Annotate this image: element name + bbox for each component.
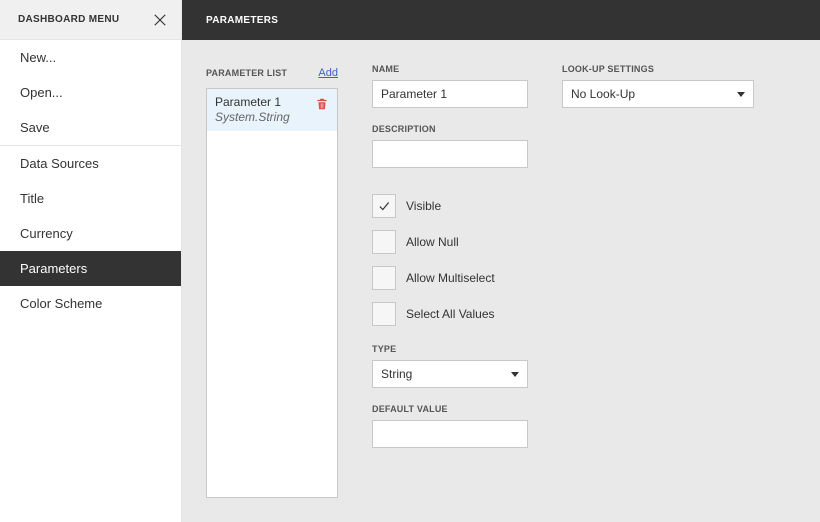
type-label: TYPE bbox=[372, 344, 528, 354]
menu-item-data-sources[interactable]: Data Sources bbox=[0, 146, 181, 181]
default-value-label: DEFAULT VALUE bbox=[372, 404, 528, 414]
topbar-title: PARAMETERS bbox=[206, 15, 278, 26]
allow-multiselect-label: Allow Multiselect bbox=[406, 271, 495, 285]
select-all-values-label: Select All Values bbox=[406, 307, 495, 321]
parameter-list-label: PARAMETER LIST bbox=[206, 68, 287, 78]
checkbox-icon bbox=[372, 266, 396, 290]
lookup-column: LOOK-UP SETTINGS No Look-Up bbox=[562, 64, 754, 498]
parameter-list-box: Parameter 1 System.String bbox=[206, 88, 338, 498]
name-input[interactable] bbox=[372, 80, 528, 108]
name-label: NAME bbox=[372, 64, 528, 74]
description-label: DESCRIPTION bbox=[372, 124, 528, 134]
description-input[interactable] bbox=[372, 140, 528, 168]
visible-label: Visible bbox=[406, 199, 441, 213]
menu-item-color-scheme[interactable]: Color Scheme bbox=[0, 286, 181, 321]
sidebar: DASHBOARD MENU New... Open... Save Data … bbox=[0, 0, 182, 522]
checkbox-icon bbox=[372, 302, 396, 326]
menu-item-save[interactable]: Save bbox=[0, 110, 181, 145]
sidebar-title: DASHBOARD MENU bbox=[18, 14, 119, 25]
trash-icon[interactable] bbox=[315, 97, 329, 111]
allow-multiselect-checkbox[interactable]: Allow Multiselect bbox=[372, 266, 528, 290]
lookup-select-value: No Look-Up bbox=[571, 87, 635, 101]
add-parameter-link[interactable]: Add bbox=[318, 67, 338, 79]
parameter-list-column: PARAMETER LIST Add Parameter 1 System.St… bbox=[206, 64, 338, 498]
menu-item-parameters[interactable]: Parameters bbox=[0, 251, 181, 286]
chevron-down-icon bbox=[511, 372, 519, 377]
parameter-item-type: System.String bbox=[215, 110, 290, 125]
menu-item-new[interactable]: New... bbox=[0, 40, 181, 75]
chevron-down-icon bbox=[737, 92, 745, 97]
lookup-select[interactable]: No Look-Up bbox=[562, 80, 754, 108]
sidebar-header: DASHBOARD MENU bbox=[0, 0, 181, 40]
lookup-label: LOOK-UP SETTINGS bbox=[562, 64, 754, 74]
menu-item-title[interactable]: Title bbox=[0, 181, 181, 216]
menu-item-currency[interactable]: Currency bbox=[0, 216, 181, 251]
parameter-item-name: Parameter 1 bbox=[215, 95, 290, 110]
parameter-list-header: PARAMETER LIST Add bbox=[206, 64, 338, 82]
parameter-item-texts: Parameter 1 System.String bbox=[215, 95, 290, 125]
close-icon[interactable] bbox=[151, 11, 169, 29]
type-select-value: String bbox=[381, 367, 412, 381]
main-panel: PARAMETERS PARAMETER LIST Add Parameter … bbox=[182, 0, 820, 522]
select-all-values-checkbox[interactable]: Select All Values bbox=[372, 302, 528, 326]
content-area: PARAMETER LIST Add Parameter 1 System.St… bbox=[182, 40, 820, 522]
menu-item-open[interactable]: Open... bbox=[0, 75, 181, 110]
checkbox-icon bbox=[372, 230, 396, 254]
allow-null-label: Allow Null bbox=[406, 235, 459, 249]
parameter-form-column: NAME DESCRIPTION Visible bbox=[372, 64, 528, 498]
checkbox-icon bbox=[372, 194, 396, 218]
visible-checkbox[interactable]: Visible bbox=[372, 194, 528, 218]
default-value-input[interactable] bbox=[372, 420, 528, 448]
allow-null-checkbox[interactable]: Allow Null bbox=[372, 230, 528, 254]
parameter-list-item[interactable]: Parameter 1 System.String bbox=[207, 89, 337, 131]
type-select[interactable]: String bbox=[372, 360, 528, 388]
topbar: PARAMETERS bbox=[182, 0, 820, 40]
